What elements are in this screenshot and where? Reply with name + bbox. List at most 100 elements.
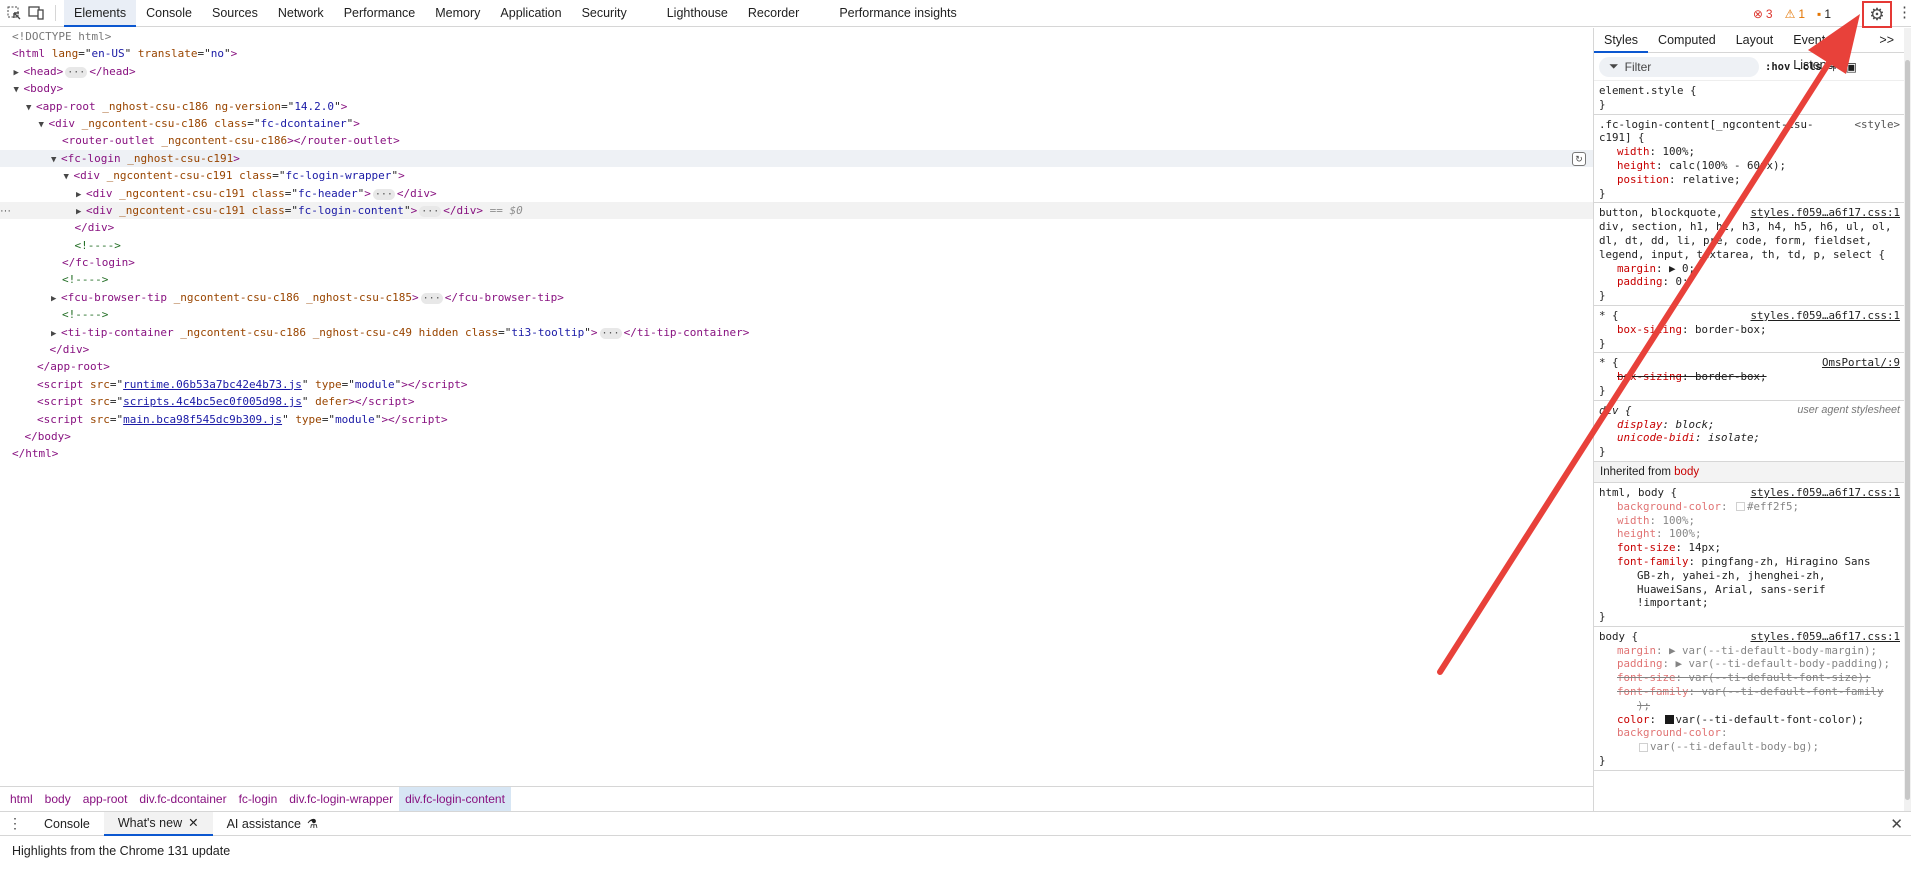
breadcrumb-item[interactable]: div.fc-dcontainer (133, 787, 232, 811)
dom-node-line[interactable]: ▼ <app-root _nghost-csu-c186 ng-version="… (0, 98, 1593, 115)
dom-node-line[interactable]: ▶ <ti-tip-container _ngcontent-csu-c186 _… (0, 324, 1593, 341)
tab-elements[interactable]: Elements (64, 0, 137, 27)
error-count[interactable]: ⊗ 3 (1753, 7, 1773, 21)
more-options-icon[interactable]: ⋮ (1897, 3, 1911, 23)
dom-node-line[interactable]: </fc-login> (0, 254, 1593, 271)
tab-performance[interactable]: Performance (334, 0, 426, 27)
breadcrumb-item[interactable]: app-root (77, 787, 134, 811)
drawer-tab-ai-assistance[interactable]: AI assistance ⚗ (213, 812, 333, 836)
tab-network[interactable]: Network (268, 0, 334, 27)
warning-count[interactable]: ⚠ 1 (1785, 7, 1805, 21)
issue-count-value: 1 (1824, 6, 1831, 21)
breadcrumb-item[interactable]: html (4, 787, 39, 811)
inherited-from-link[interactable]: body (1674, 466, 1699, 478)
breadcrumb-item[interactable]: div.fc-login-wrapper (283, 787, 399, 811)
rule-source[interactable]: <style> (1854, 118, 1900, 132)
status-counters[interactable]: ⊗ 3 ⚠ 1 ▪ 1 (1753, 0, 1831, 27)
dom-tree[interactable]: <!DOCTYPE html> <html lang="en-US" transl… (0, 28, 1593, 786)
rule-universal[interactable]: styles.f059…a6f17.css:1 * { box-sizing: … (1594, 306, 1904, 354)
sidebar-tab-styles[interactable]: Styles (1594, 28, 1649, 53)
tab-lighthouse[interactable]: Lighthouse (657, 0, 738, 27)
cls-toggle[interactable]: .cls (1796, 61, 1821, 73)
rule-universal-overridden[interactable]: OmsPortal/:9 * { box-sizing: border-box;… (1594, 353, 1904, 401)
tab-recorder[interactable]: Recorder (738, 0, 809, 27)
rule-source[interactable]: OmsPortal/:9 (1822, 356, 1900, 370)
dom-node-line[interactable]: </div> (0, 219, 1593, 236)
styles-pane: Styles Computed Layout Event Listeners >> ⏷ F… (1594, 28, 1904, 811)
selected-node-menu-icon[interactable]: ··· (0, 205, 11, 217)
dom-node-line[interactable]: ▶ <div _ngcontent-csu-c191 class="fc-head… (0, 185, 1593, 202)
tab-memory[interactable]: Memory (425, 0, 490, 27)
dom-node-line[interactable]: <!DOCTYPE html> (0, 28, 1593, 45)
tab-console[interactable]: Console (136, 0, 202, 27)
inspect-element-icon[interactable] (3, 0, 25, 27)
rule-source[interactable]: styles.f059…a6f17.css:1 (1750, 486, 1900, 500)
dom-node-line[interactable]: ▼ <div _ngcontent-csu-c186 class="fc-dcon… (0, 115, 1593, 132)
tab-application[interactable]: Application (490, 0, 571, 27)
device-toolbar-icon[interactable] (25, 0, 47, 27)
whats-new-content: Highlights from the Chrome 131 update (0, 836, 1911, 866)
dom-node-line[interactable]: ▼ <div _ngcontent-csu-c191 class="fc-logi… (0, 167, 1593, 184)
settings-gear-icon[interactable]: ⚙ (1862, 1, 1892, 28)
dom-node-line[interactable]: ▶ <div _ngcontent-csu-c191 class="fc-logi… (0, 201, 1593, 220)
drawer-tab-label: AI assistance (226, 816, 301, 831)
dom-node-line[interactable]: <!----> (0, 237, 1593, 254)
sidebar-tab-computed[interactable]: Computed (1648, 28, 1726, 53)
toolbar-divider (55, 5, 56, 21)
tab-security[interactable]: Security (572, 0, 637, 27)
dom-node-line[interactable]: </body> (0, 428, 1593, 445)
dom-node-line[interactable]: ▶ <fcu-browser-tip _ngcontent-csu-c186 _n… (0, 289, 1593, 306)
drawer-tab-what-s-new[interactable]: What's new ✕ (103, 811, 213, 836)
rule-fc-login-content[interactable]: <style> .fc-login-content[_ngcontent-csu… (1594, 115, 1904, 204)
scroll-into-view-icon[interactable]: ↻ (1572, 152, 1586, 166)
dom-node-line[interactable]: <script src="scripts.4c4bc5ec0f005d98.js… (0, 393, 1593, 410)
breadcrumb-item[interactable]: body (39, 787, 77, 811)
panel-tabs: Elements Console Sources Network Performance… (64, 0, 967, 27)
dom-node-line[interactable]: </app-root> (0, 358, 1593, 375)
sidebar-tab-layout[interactable]: Layout (1726, 28, 1784, 53)
new-style-rule-icon[interactable]: ＋ (1828, 58, 1840, 75)
rule-source[interactable]: styles.f059…a6f17.css:1 (1750, 206, 1900, 220)
breadcrumb-item[interactable]: div.fc-login-content (399, 786, 511, 811)
close-drawer-icon[interactable]: ✕ (1890, 815, 1903, 833)
drawer-tab-console[interactable]: Console (30, 812, 104, 836)
computed-sidebar-icon[interactable]: ▣ (1846, 60, 1857, 74)
dom-node-line[interactable]: <html lang="en-US" translate="no"> (0, 45, 1593, 62)
more-tabs-icon[interactable]: >> (1869, 28, 1904, 53)
dom-node-line[interactable]: ▼ <fc-login _nghost-csu-c191> (0, 149, 1593, 168)
rule-body[interactable]: styles.f059…a6f17.css:1 body { margin: ▶… (1594, 627, 1904, 771)
warning-count-value: 1 (1798, 6, 1806, 21)
dom-node-line[interactable]: </div> (0, 341, 1593, 358)
rule-element-style[interactable]: element.style { } (1594, 81, 1904, 115)
error-count-value: 3 (1765, 6, 1773, 21)
dom-node-line[interactable]: <!----> (0, 271, 1593, 288)
close-tab-icon[interactable]: ✕ (188, 811, 198, 835)
tab-sources[interactable]: Sources (202, 0, 268, 27)
dom-node-line[interactable]: </html> (0, 445, 1593, 462)
filter-icon: ⏷ (1609, 59, 1619, 73)
dom-node-line[interactable]: ▼ <body> (0, 80, 1593, 97)
rule-source[interactable]: styles.f059…a6f17.css:1 (1750, 309, 1900, 323)
dom-node-line[interactable]: <!----> (0, 306, 1593, 323)
issue-count[interactable]: ▪ 1 (1817, 7, 1831, 21)
dom-node-line[interactable]: <router-outlet _ngcontent-csu-c186></rou… (0, 132, 1593, 149)
sidebar-tabs: Styles Computed Layout Event Listeners >> (1594, 28, 1904, 72)
tab-performance-insights[interactable]: Performance insights (829, 0, 966, 27)
rule-html-body[interactable]: styles.f059…a6f17.css:1 html, body { bac… (1594, 483, 1904, 627)
rule-source[interactable]: styles.f059…a6f17.css:1 (1750, 630, 1900, 644)
breadcrumb-item[interactable]: fc-login (233, 787, 284, 811)
experiment-icon: ⚗ (306, 816, 319, 831)
rule-source: user agent stylesheet (1797, 403, 1900, 416)
sidebar-tab-event-listeners[interactable]: Event Listeners (1783, 28, 1869, 72)
styles-filter-input[interactable]: ⏷ Filter (1599, 56, 1759, 77)
styles-scrollbar-thumb[interactable] (1905, 60, 1910, 800)
dom-node-line[interactable]: <script src="main.bca98f545dc9b309.js" t… (0, 411, 1593, 428)
issue-icon: ▪ (1817, 6, 1822, 21)
hov-toggle[interactable]: :hov (1765, 61, 1790, 73)
rule-reset[interactable]: styles.f059…a6f17.css:1 button, blockquo… (1594, 203, 1904, 306)
drawer-tab-label: Console (44, 816, 90, 831)
rule-user-agent-div[interactable]: user agent stylesheet div { display: blo… (1594, 401, 1904, 462)
drawer-menu-icon[interactable]: ⋮ (0, 815, 30, 832)
dom-node-line[interactable]: <script src="runtime.06b53a7bc42e4b73.js… (0, 376, 1593, 393)
dom-node-line[interactable]: ▶ <head> ··· </head> (0, 63, 1593, 80)
